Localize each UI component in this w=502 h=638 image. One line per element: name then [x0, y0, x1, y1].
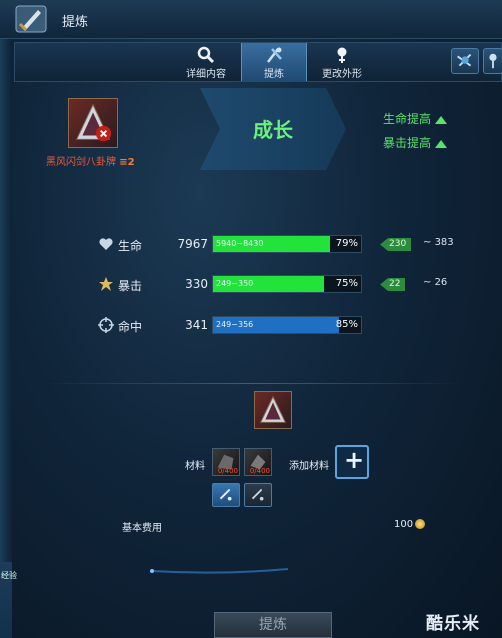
stat-gain-max: ~ 26	[423, 277, 448, 288]
tab-refine-label: 提炼	[264, 69, 284, 80]
cost-amount: 100	[394, 519, 414, 530]
stat-gain-max-value: 26	[434, 277, 448, 288]
stat-percent: 75%	[335, 278, 358, 289]
stat-row-hp: 生命 7967 5940~8430 79% 230 ~ 383	[98, 235, 478, 255]
crosshair-icon	[98, 317, 114, 333]
cost-value: 100	[394, 519, 426, 530]
left-frame	[0, 0, 12, 638]
tab-details[interactable]: 详细内容	[173, 43, 239, 81]
item-grade: ≡2	[119, 157, 135, 168]
materials-label: 材料	[185, 461, 205, 472]
stat-gain-tag: 230	[380, 238, 412, 251]
stat-percent: 85%	[335, 319, 358, 330]
material-count: 0/400	[249, 467, 270, 475]
heart-icon	[99, 238, 113, 250]
stat-row-crit: 暴击 330 249~350 75% 22 ~ 26	[98, 275, 478, 295]
stat-gain-max: ~ 383	[423, 237, 454, 248]
gem-button[interactable]	[451, 48, 479, 74]
tab-bar: 详细内容 提炼 更改外形	[14, 42, 502, 82]
stat-label: 暴击	[118, 279, 143, 293]
add-material-button[interactable]: +	[335, 445, 369, 479]
item-name: 黑风闪剑八卦牌 ≡2	[46, 153, 135, 168]
section-divider	[44, 383, 464, 384]
stat-gain-tag: 22	[380, 278, 406, 291]
side-panel-text: 经验	[1, 571, 17, 580]
cost-row: 基本费用 100	[44, 514, 444, 536]
sparkle-tool-icon	[251, 488, 264, 501]
stat-label: 生命	[118, 239, 143, 253]
stat-value: 341	[185, 318, 208, 332]
magnifier-icon	[197, 46, 215, 64]
stat-row-hit: 命中 341 249~356 85%	[98, 316, 478, 336]
sword-icon	[15, 5, 47, 33]
stat-range: 5940~8430	[216, 239, 264, 248]
gold-coin-icon	[415, 519, 426, 529]
gain-crit-text: 暴击提高	[383, 136, 432, 150]
stat-bar: 5940~8430 79%	[212, 235, 362, 253]
refine-button[interactable]: 提炼	[214, 612, 332, 638]
stat-bar: 249~350 75%	[212, 275, 362, 293]
material-slot-2[interactable]: 0/400	[244, 448, 272, 476]
item-name-text: 黑风闪剑八卦牌	[46, 157, 116, 168]
tab-change-appearance[interactable]: 更改外形	[309, 43, 375, 81]
stat-value: 7967	[177, 237, 208, 251]
figure-icon	[489, 53, 497, 69]
gain-crit: 暴击提高	[383, 134, 448, 151]
stat-bar: 249~356 85%	[212, 316, 362, 334]
refine-tools-icon	[267, 47, 282, 63]
item-icon-slot[interactable]	[68, 98, 118, 148]
tab-refine[interactable]: 提炼	[241, 43, 307, 81]
material-slot-1[interactable]: 0/400	[212, 448, 240, 476]
window-title: 提炼	[62, 15, 89, 30]
refine-target-slot[interactable]	[254, 391, 292, 429]
crit-star-icon	[99, 277, 113, 291]
bagua-plate-icon	[259, 395, 287, 423]
bagua-plate-icon	[75, 103, 112, 142]
stat-gain-max-value: 383	[434, 237, 454, 248]
cost-label: 基本费用	[122, 523, 162, 534]
growth-banner-text: 成长	[253, 118, 293, 142]
stat-percent: 79%	[335, 238, 358, 249]
up-arrow-icon	[435, 115, 448, 124]
stat-label: 命中	[118, 320, 143, 334]
tab-details-label: 详细内容	[186, 69, 226, 80]
gain-hp-text: 生命提高	[383, 112, 432, 126]
add-material-label: 添加材料	[289, 461, 329, 472]
material-count: 0/400	[217, 467, 238, 475]
site-watermark: 酷乐米	[426, 614, 480, 634]
gem-icon	[457, 53, 472, 67]
stat-range: 249~350	[216, 279, 254, 288]
mode-button-1[interactable]	[212, 483, 240, 507]
tab-change-appearance-label: 更改外形	[322, 69, 362, 80]
plus-icon: +	[344, 446, 365, 474]
refine-progress-track	[150, 568, 289, 574]
extra-button[interactable]	[483, 48, 502, 74]
stat-range: 249~356	[216, 320, 254, 329]
gain-hp: 生命提高	[383, 110, 448, 127]
sparkle-tool-icon	[219, 488, 232, 501]
stat-value: 330	[185, 277, 208, 291]
title-bar: 提炼	[0, 0, 502, 39]
up-arrow-icon	[435, 139, 448, 148]
mode-button-2[interactable]	[244, 483, 272, 507]
change-appearance-icon	[337, 47, 347, 63]
